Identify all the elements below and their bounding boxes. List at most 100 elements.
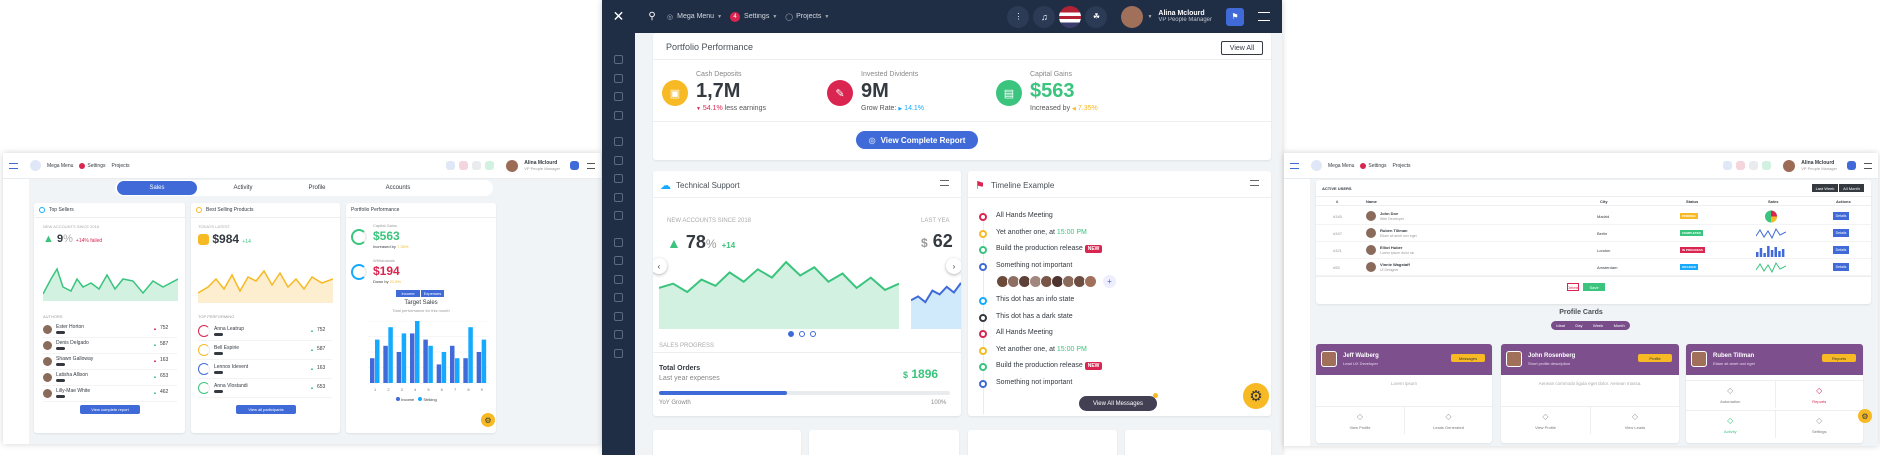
profile-action-button[interactable]: Reports (1822, 354, 1856, 362)
avatar[interactable] (1084, 275, 1097, 288)
carousel-dot[interactable] (788, 331, 794, 337)
bell-icon[interactable]: ♫ (1033, 5, 1056, 28)
search-icon[interactable] (1311, 160, 1322, 171)
flag-icon[interactable] (1749, 161, 1759, 170)
profile-action[interactable]: ◇ Automation (1686, 380, 1775, 408)
bell-icon[interactable] (459, 161, 469, 170)
details-button[interactable]: Details (1833, 263, 1849, 271)
profile-tab[interactable]: Day (1575, 323, 1582, 328)
income-tab[interactable]: Income (396, 290, 420, 297)
profile-action-button[interactable]: Profile (1638, 354, 1672, 362)
profile-action[interactable]: ◇ Reports (1774, 380, 1863, 408)
tab-profile[interactable]: Profile (289, 185, 345, 191)
view-all-button[interactable]: View All (1221, 41, 1263, 55)
save-button[interactable]: Save (1583, 283, 1605, 291)
bike-icon[interactable] (614, 293, 623, 302)
profile-tab[interactable]: Week (1593, 323, 1603, 328)
expenses-tab[interactable]: Expenses (420, 290, 444, 297)
flag-icon[interactable] (472, 161, 482, 170)
profile-action[interactable]: ◇ View Profile (1501, 406, 1590, 434)
header-action-button[interactable] (570, 161, 579, 170)
book-icon[interactable] (614, 110, 623, 120)
all-month-button[interactable]: All Month (1838, 184, 1864, 192)
card-menu-icon[interactable] (940, 180, 949, 186)
map-icon[interactable] (614, 330, 623, 339)
mega-menu-link[interactable]: Mega Menu (1328, 163, 1354, 169)
rocket-icon[interactable] (614, 55, 623, 64)
mega-menu-link[interactable]: Mega Menu (677, 13, 714, 20)
details-button[interactable]: Details (1833, 212, 1849, 220)
projects-link[interactable]: Projects (1392, 163, 1410, 169)
projects-link[interactable]: Projects (796, 13, 821, 20)
chart-icon[interactable] (614, 348, 623, 358)
hamburger-icon[interactable] (9, 162, 18, 169)
car-icon[interactable] (614, 155, 623, 165)
avatar[interactable] (506, 159, 519, 172)
chevron-right-icon[interactable]: › (946, 258, 961, 274)
view-all-participants-button[interactable]: View all participants (236, 405, 296, 414)
header-action-button[interactable] (1847, 161, 1856, 170)
grid-icon[interactable] (446, 161, 456, 170)
settings-link[interactable]: Settings (1368, 163, 1386, 169)
calendar-icon[interactable] (614, 73, 623, 83)
header-action-button[interactable]: ⚑ (1226, 7, 1244, 26)
view-all-messages-button[interactable]: View All Messages (1079, 396, 1157, 411)
avatar[interactable] (1783, 159, 1796, 172)
tool-icon[interactable] (614, 274, 623, 284)
settings-link[interactable]: Settings (744, 13, 769, 20)
carousel-dot[interactable] (799, 331, 805, 337)
award-icon[interactable] (485, 161, 495, 170)
menu-icon[interactable] (587, 162, 595, 169)
hamburger-icon[interactable] (1290, 162, 1299, 169)
profile-action-button[interactable]: Messages (1451, 354, 1485, 362)
settings-fab[interactable]: ⚙ (481, 413, 495, 427)
profile-action[interactable]: ◇ View Leads (1590, 406, 1679, 434)
last-week-button[interactable]: Last Week (1812, 184, 1838, 192)
profile-action[interactable]: ◇ Activity (1686, 410, 1775, 438)
award-icon[interactable] (1762, 161, 1772, 170)
arrow-left-icon: ◀ (1072, 106, 1076, 112)
tab-sales[interactable]: Sales (117, 181, 197, 195)
add-avatar-icon[interactable]: + (1103, 275, 1116, 288)
view-complete-report-button[interactable]: View complete report (80, 405, 140, 414)
sales-mini-chart (1756, 246, 1785, 257)
dividends-icon: ✎ (827, 80, 853, 106)
home-icon[interactable] (614, 256, 623, 265)
profile-action[interactable]: ◇ Leads Generated (1404, 406, 1492, 434)
carousel-dot[interactable] (810, 331, 816, 337)
settings-fab[interactable]: ⚙ (1243, 383, 1269, 409)
award-icon[interactable]: ☘ (1085, 5, 1108, 28)
flag-icon[interactable] (1059, 5, 1082, 28)
bell-icon[interactable] (1736, 161, 1746, 170)
avatar[interactable] (1121, 5, 1144, 28)
card-menu-icon[interactable] (1250, 180, 1259, 186)
profile-tab[interactable]: Month (1614, 323, 1625, 328)
globe-icon[interactable] (614, 237, 623, 247)
search-icon[interactable]: ⚲ (645, 10, 659, 24)
settings-link[interactable]: Settings (87, 163, 105, 169)
view-complete-report-button[interactable]: ◎ View Complete Report (856, 131, 978, 149)
tab-accounts[interactable]: Accounts (345, 185, 451, 191)
projects-link[interactable]: Projects (111, 163, 129, 169)
hamburger-icon[interactable] (1258, 12, 1270, 21)
settings-fab[interactable]: ⚙ (1858, 409, 1872, 423)
search-icon[interactable] (30, 160, 41, 171)
profile-action[interactable]: ◇ Settings (1774, 410, 1863, 438)
close-icon[interactable]: ✕ (602, 0, 635, 33)
menu-icon[interactable] (1864, 162, 1872, 169)
gem-icon[interactable] (614, 137, 623, 146)
clock-icon[interactable] (614, 211, 623, 220)
delete-button[interactable]: Delete (1567, 283, 1579, 291)
grid-icon[interactable] (1723, 161, 1733, 170)
profile-tab[interactable]: Ideal (1556, 323, 1565, 328)
details-button[interactable]: Details (1833, 246, 1849, 254)
link-icon[interactable] (614, 311, 623, 321)
profile-action[interactable]: ◇ View Profile (1316, 406, 1404, 434)
tab-activity[interactable]: Activity (197, 185, 289, 191)
mega-menu-link[interactable]: Mega Menu (47, 163, 73, 169)
details-button[interactable]: Details (1833, 229, 1849, 237)
grid-icon[interactable]: ⋮ (1007, 5, 1030, 28)
layers-icon[interactable] (614, 192, 623, 202)
anchor-icon[interactable] (614, 174, 623, 183)
box-icon[interactable] (614, 92, 623, 101)
